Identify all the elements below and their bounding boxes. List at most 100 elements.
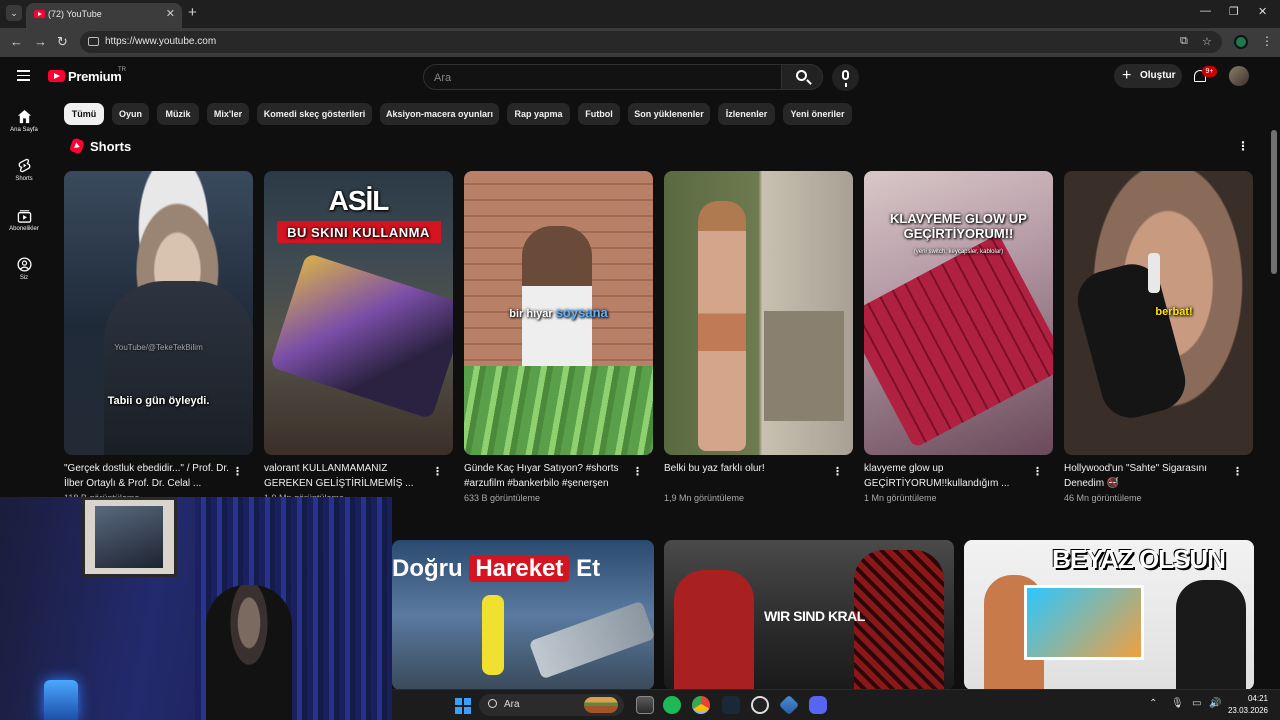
section-menu-icon[interactable]: ⋮: [1237, 139, 1249, 153]
thumbnail-glove: [1071, 257, 1192, 425]
chip-recently-uploaded[interactable]: Son yüklenenler: [628, 103, 710, 125]
chip-new-to-you[interactable]: Yeni öneriler: [783, 103, 852, 125]
chip-rap[interactable]: Rap yapma: [507, 103, 570, 125]
chrome-icon[interactable]: [692, 696, 710, 714]
chip-mixes[interactable]: Mix'ler: [207, 103, 249, 125]
short-views: 1 Mn görüntüleme: [864, 493, 937, 503]
short-menu-icon[interactable]: ⋮: [1232, 465, 1243, 478]
app-icon[interactable]: [778, 694, 800, 716]
chip-all[interactable]: Tümü: [64, 103, 104, 125]
volume-icon[interactable]: 🔊: [1209, 698, 1221, 709]
taskbar-search[interactable]: Ara: [479, 694, 624, 716]
minimize-icon[interactable]: —: [1200, 5, 1211, 17]
network-icon[interactable]: ▭: [1192, 698, 1201, 709]
hamburger-menu-icon[interactable]: [17, 70, 30, 81]
short-card[interactable]: berbat! Hollywood'un "Sahte" Sigarasını …: [1064, 171, 1253, 503]
youtube-favicon-icon: [34, 10, 45, 18]
chip-music[interactable]: Müzik: [157, 103, 199, 125]
thumbnail-watermark: YouTube/@TekeTekBilim: [114, 343, 203, 352]
chip-action-adventure[interactable]: Aksiyon-macera oyunları: [380, 103, 499, 125]
thumbnail-cucumbers: [464, 366, 653, 455]
short-thumbnail[interactable]: bir hıyar soysana: [464, 171, 653, 455]
spotify-icon[interactable]: [663, 696, 681, 714]
forward-icon[interactable]: →: [34, 34, 47, 49]
short-menu-icon[interactable]: ⋮: [432, 465, 443, 478]
account-avatar[interactable]: [1229, 66, 1249, 86]
short-menu-icon[interactable]: ⋮: [232, 465, 243, 478]
page-scrollbar[interactable]: [1271, 130, 1277, 274]
chip-football[interactable]: Futbol: [578, 103, 620, 125]
search-input[interactable]: [434, 70, 764, 86]
short-title[interactable]: Belki bu yaz farklı olur!: [664, 461, 834, 491]
address-bar[interactable]: https://www.youtube.com ⧉ ☆: [80, 31, 1222, 53]
tray-expand-icon[interactable]: ⌃: [1149, 698, 1157, 709]
tab-close-icon[interactable]: ✕: [166, 7, 175, 20]
short-thumbnail[interactable]: berbat!: [1064, 171, 1253, 455]
site-info-icon[interactable]: [88, 37, 99, 46]
url-text[interactable]: https://www.youtube.com: [105, 36, 216, 47]
search-button[interactable]: [781, 64, 823, 90]
sidebar-item-home[interactable]: Ana Sayfa: [0, 109, 48, 133]
close-window-icon[interactable]: ✕: [1258, 5, 1267, 18]
back-icon[interactable]: ←: [10, 34, 23, 49]
install-app-icon[interactable]: ⧉: [1180, 35, 1188, 48]
short-thumbnail[interactable]: YouTube/@TekeTekBilim Tabii o gün öyleyd…: [64, 171, 253, 455]
restore-icon[interactable]: ❐: [1229, 5, 1239, 18]
wall-picture-frame: [82, 497, 177, 577]
thumbnail-figure: [674, 570, 754, 690]
chip-comedy[interactable]: Komedi skeç gösterileri: [257, 103, 372, 125]
taskbar-clock[interactable]: 04:21 23.03.2026: [1228, 693, 1268, 717]
reload-icon[interactable]: ↻: [57, 34, 68, 50]
voice-search-button[interactable]: [832, 64, 859, 91]
logo-region: TR: [118, 67, 126, 73]
video-thumbnail[interactable]: Doğru Hareket Et: [392, 540, 654, 690]
video-thumbnail[interactable]: WIR SIND KRAL: [664, 540, 954, 690]
short-views: 633 B görüntüleme: [464, 493, 541, 503]
youtube-logo-icon[interactable]: [48, 70, 65, 82]
browser-tab[interactable]: (72) YouTube ✕: [26, 3, 182, 28]
browser-profile-icon[interactable]: [1234, 35, 1248, 49]
bookmark-star-icon[interactable]: ☆: [1202, 35, 1212, 48]
create-button[interactable]: + Oluştur: [1114, 64, 1182, 88]
thumbnail-figure: [698, 201, 746, 451]
chip-watched[interactable]: İzlenenler: [718, 103, 775, 125]
video-thumbnail[interactable]: BEYAZ OLSUN: [964, 540, 1254, 690]
short-menu-icon[interactable]: ⋮: [1032, 465, 1043, 478]
obs-icon[interactable]: [751, 696, 769, 714]
short-title[interactable]: Günde Kaç Hıyar Satıyon? #shorts #arzufi…: [464, 461, 634, 491]
browser-toolbar: ← → ↻ https://www.youtube.com ⧉ ☆ ⋮: [0, 28, 1280, 57]
short-card[interactable]: Belki bu yaz farklı olur! 1,9 Mn görüntü…: [664, 171, 853, 503]
short-thumbnail[interactable]: ASİL BU SKINI KULLANMA: [264, 171, 453, 455]
short-title[interactable]: valorant KULLANMAMANIZ GEREKEN GELİŞTİRİ…: [264, 461, 434, 491]
short-title[interactable]: Hollywood'un "Sahte" Sigarasını Denedim …: [1064, 461, 1234, 491]
browser-menu-icon[interactable]: ⋮: [1261, 34, 1273, 48]
short-card[interactable]: YouTube/@TekeTekBilim Tabii o gün öyleyd…: [64, 171, 253, 503]
short-title[interactable]: klavyeme glow up GEÇİRTİYORUM!!kullandığ…: [864, 461, 1034, 491]
discord-icon[interactable]: [809, 696, 827, 714]
sidebar-item-subscriptions[interactable]: Abonelikler: [0, 208, 48, 232]
steam-icon[interactable]: [722, 696, 740, 714]
sidebar-item-label: Ana Sayfa: [10, 127, 38, 133]
short-card[interactable]: KLAVYEME GLOW UP GEÇİRTİYORUM!! (yeni sw…: [864, 171, 1053, 503]
sidebar-item-shorts[interactable]: Shorts: [0, 158, 48, 182]
short-menu-icon[interactable]: ⋮: [632, 465, 643, 478]
microphone-tray-icon[interactable]: 🎙: [1171, 698, 1184, 709]
thumbnail-caption: bir hıyar soysana: [464, 305, 653, 320]
sidebar-item-you[interactable]: Siz: [0, 257, 48, 281]
short-card[interactable]: bir hıyar soysana Günde Kaç Hıyar Satıyo…: [464, 171, 653, 503]
tab-search-icon[interactable]: ⌄: [6, 5, 22, 21]
thumbnail-caption-b: soysana: [555, 305, 608, 320]
short-thumbnail[interactable]: KLAVYEME GLOW UP GEÇİRTİYORUM!! (yeni sw…: [864, 171, 1053, 455]
short-menu-icon[interactable]: ⋮: [832, 465, 843, 478]
short-title[interactable]: "Gerçek dostluk ebedidir..." / Prof. Dr.…: [64, 461, 234, 491]
short-card[interactable]: ASİL BU SKINI KULLANMA valorant KULLANMA…: [264, 171, 453, 503]
logo-text[interactable]: Premium: [68, 69, 122, 84]
windows-start-icon[interactable]: [455, 698, 471, 714]
chip-games[interactable]: Oyun: [112, 103, 149, 125]
windows-taskbar: Ara ⌃ 🎙 ▭ 🔊 04:21 23.03.2026: [392, 689, 1280, 720]
task-view-icon[interactable]: [636, 696, 654, 714]
short-thumbnail[interactable]: [664, 171, 853, 455]
thumbnail-weapon: [528, 600, 654, 680]
video-caption-c: Et: [576, 555, 601, 582]
new-tab-icon[interactable]: +: [188, 4, 197, 21]
